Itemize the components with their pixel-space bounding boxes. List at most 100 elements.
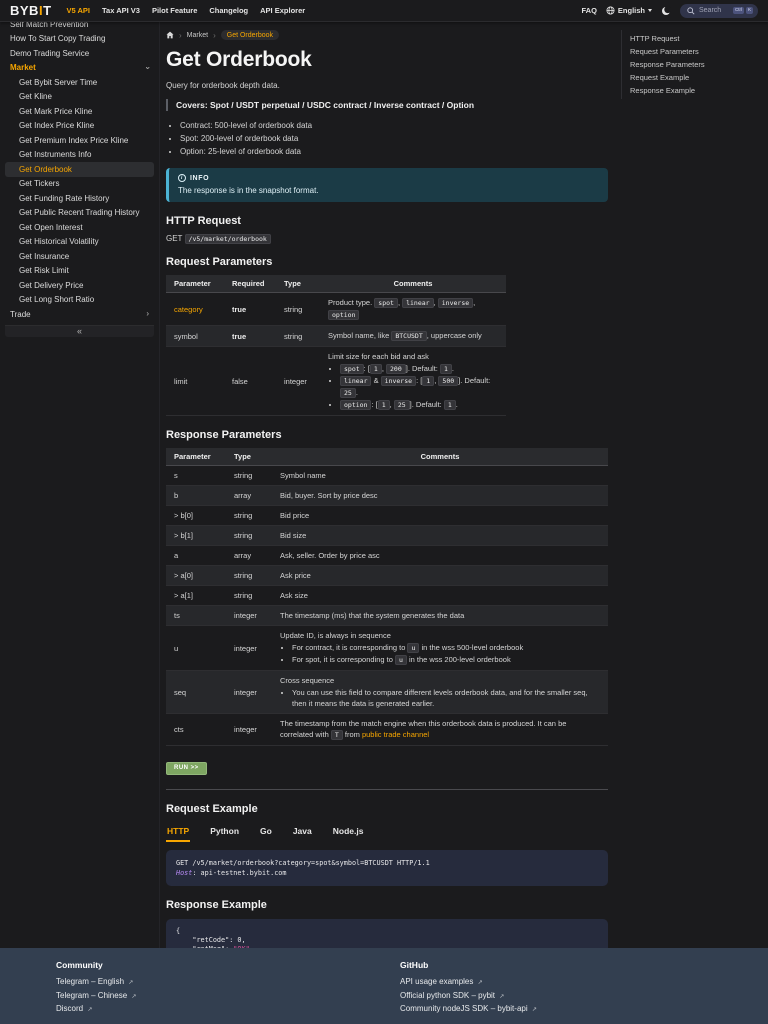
cell-comments: Symbol name bbox=[272, 466, 608, 486]
cell-parameter: ts bbox=[166, 606, 226, 626]
sidebar-item-get-mark-price-kline[interactable]: Get Mark Price Kline bbox=[5, 104, 154, 119]
text: in the wss 200-level orderbook bbox=[407, 655, 511, 664]
footer-link-telegram-english[interactable]: Telegram – English ↗ bbox=[56, 976, 400, 990]
sidebar-item-get-premium-index-price-kline[interactable]: Get Premium Index Price Kline bbox=[5, 133, 154, 148]
language-tabs: HTTP Python Go Java Node.js bbox=[166, 824, 608, 842]
footer-columns: CommunityTelegram – English ↗Telegram – … bbox=[56, 960, 768, 1017]
footer-link-api-usage-examples[interactable]: API usage examples ↗ bbox=[400, 976, 744, 990]
text: Product type. bbox=[328, 298, 374, 307]
sidebar-item-market[interactable]: Market› bbox=[5, 61, 154, 76]
toc-link-request-parameters[interactable]: Request Parameters bbox=[630, 45, 760, 58]
search-button[interactable]: Search CtrlK bbox=[680, 4, 758, 18]
nav-link-tax-api-v3[interactable]: Tax API V3 bbox=[102, 6, 140, 15]
sidebar-item-get-orderbook[interactable]: Get Orderbook bbox=[5, 162, 154, 177]
cell-type: string bbox=[226, 526, 272, 546]
divider bbox=[166, 789, 608, 790]
sidebar-item-get-funding-rate-history[interactable]: Get Funding Rate History bbox=[5, 191, 154, 206]
section-response-example: Response Example bbox=[166, 899, 608, 911]
sidebar-item-get-historical-volatility[interactable]: Get Historical Volatility bbox=[5, 235, 154, 250]
bybit-logo[interactable]: BYBIT bbox=[10, 3, 52, 18]
breadcrumb-item-market[interactable]: Market bbox=[187, 32, 208, 39]
sidebar-item-self-match-prevention[interactable]: Self Match Prevention bbox=[5, 22, 154, 32]
cell-parameter: > b[1] bbox=[166, 526, 226, 546]
cell-parameter: s bbox=[166, 466, 226, 486]
comment-bullet: option: [1, 25]. Default: 1. bbox=[340, 399, 498, 411]
sidebar-item-get-delivery-price[interactable]: Get Delivery Price bbox=[5, 278, 154, 293]
external-link-icon: ↗ bbox=[532, 1007, 537, 1013]
tab-go[interactable]: Go bbox=[259, 824, 273, 842]
inline-link[interactable]: category bbox=[174, 305, 203, 314]
column-header-comments: Comments bbox=[320, 275, 506, 293]
sidebar-item-get-insurance[interactable]: Get Insurance bbox=[5, 249, 154, 264]
column-header-type: Type bbox=[276, 275, 320, 293]
cell-comments: Cross sequenceYou can use this field to … bbox=[272, 671, 608, 714]
tab-python[interactable]: Python bbox=[209, 824, 240, 842]
comment-bullets: spot: [1, 200]. Default: 1.linear & inve… bbox=[328, 363, 498, 411]
text: . bbox=[452, 364, 454, 373]
toc-link-http-request[interactable]: HTTP Request bbox=[630, 32, 760, 45]
toc-link-response-example[interactable]: Response Example bbox=[630, 84, 760, 97]
inline-code: option bbox=[328, 310, 359, 320]
sidebar-collapse-button[interactable]: « bbox=[5, 325, 154, 337]
nav-link-pilot-feature[interactable]: Pilot Feature bbox=[152, 6, 197, 15]
sidebar-item-get-long-short-ratio[interactable]: Get Long Short Ratio bbox=[5, 293, 154, 308]
code-line: { bbox=[176, 927, 598, 936]
breadcrumb: › Market › Get Orderbook bbox=[166, 30, 608, 40]
cell-comments: Ask size bbox=[272, 586, 608, 606]
run-button[interactable]: RUN >> bbox=[166, 762, 207, 775]
tab-node-js[interactable]: Node.js bbox=[332, 824, 365, 842]
nav-link-v5-api[interactable]: V5 API bbox=[67, 6, 90, 15]
chevron-right-icon: › bbox=[146, 311, 149, 317]
comment-bullet: For spot, it is corresponding to u in th… bbox=[292, 654, 600, 666]
request-example-code[interactable]: GET /v5/market/orderbook?category=spot&s… bbox=[166, 850, 608, 886]
sidebar-item-get-bybit-server-time[interactable]: Get Bybit Server Time bbox=[5, 75, 154, 90]
covers-note: Covers: Spot / USDT perpetual / USDC con… bbox=[166, 99, 608, 111]
code-line: GET /v5/market/orderbook?category=spot&s… bbox=[176, 858, 598, 868]
footer-link-community-nodejs-sdk-bybit-api[interactable]: Community nodeJS SDK – bybit-api ↗ bbox=[400, 1003, 744, 1017]
breadcrumb-separator: › bbox=[213, 31, 216, 40]
section-http-request: HTTP Request bbox=[166, 215, 608, 227]
footer-link-discord[interactable]: Discord ↗ bbox=[56, 1003, 400, 1017]
translate-icon bbox=[606, 6, 615, 15]
kbd-k: K bbox=[746, 7, 753, 14]
sidebar-item-trade[interactable]: Trade› bbox=[5, 307, 154, 322]
tab-java[interactable]: Java bbox=[292, 824, 313, 842]
sidebar-item-get-kline[interactable]: Get Kline bbox=[5, 90, 154, 105]
home-icon[interactable] bbox=[166, 31, 174, 39]
sidebar-item-label: Get Instruments Info bbox=[19, 150, 91, 160]
main-content: › Market › Get Orderbook Get Orderbook Q… bbox=[161, 22, 621, 1024]
toc-link-response-parameters[interactable]: Response Parameters bbox=[630, 58, 760, 71]
nav-link-changelog[interactable]: Changelog bbox=[209, 6, 248, 15]
text: The timestamp (ms) that the system gener… bbox=[280, 611, 464, 620]
cell-parameter: cts bbox=[166, 714, 226, 746]
table-row: limitfalseintegerLimit size for each bid… bbox=[166, 347, 506, 416]
sidebar-item-get-open-interest[interactable]: Get Open Interest bbox=[5, 220, 154, 235]
faq-link[interactable]: FAQ bbox=[581, 6, 596, 15]
sidebar-item-get-tickers[interactable]: Get Tickers bbox=[5, 177, 154, 192]
sidebar-item-get-public-recent-trading-history[interactable]: Get Public Recent Trading History bbox=[5, 206, 154, 221]
sidebar-item-label: Get Bybit Server Time bbox=[19, 78, 97, 88]
external-link-icon: ↗ bbox=[131, 994, 136, 1000]
cell-comments: Bid, buyer. Sort by price desc bbox=[272, 486, 608, 506]
sidebar-item-get-index-price-kline[interactable]: Get Index Price Kline bbox=[5, 119, 154, 134]
inline-code: u bbox=[407, 643, 419, 653]
footer-link-telegram-chinese[interactable]: Telegram – Chinese ↗ bbox=[56, 990, 400, 1004]
cell-parameter: a bbox=[166, 546, 226, 566]
sidebar-item-label: How To Start Copy Trading bbox=[10, 34, 105, 44]
moon-icon bbox=[661, 6, 671, 16]
nav-link-api-explorer[interactable]: API Explorer bbox=[260, 6, 305, 15]
sidebar-item-label: Get Index Price Kline bbox=[19, 121, 94, 131]
sidebar-item-get-instruments-info[interactable]: Get Instruments Info bbox=[5, 148, 154, 163]
language-menu[interactable]: English bbox=[606, 6, 652, 15]
sidebar-item-get-risk-limit[interactable]: Get Risk Limit bbox=[5, 264, 154, 279]
cell-type: integer bbox=[226, 671, 272, 714]
sidebar-item-demo-trading-service[interactable]: Demo Trading Service bbox=[5, 46, 154, 61]
sidebar-item-how-to-start-copy-trading[interactable]: How To Start Copy Trading bbox=[5, 32, 154, 47]
toc-link-request-example[interactable]: Request Example bbox=[630, 71, 760, 84]
footer-column-community: CommunityTelegram – English ↗Telegram – … bbox=[56, 960, 400, 1017]
theme-toggle[interactable] bbox=[661, 6, 671, 16]
inline-code: inverse bbox=[438, 298, 473, 308]
inline-link[interactable]: public trade channel bbox=[362, 730, 429, 739]
tab-http[interactable]: HTTP bbox=[166, 824, 190, 842]
footer-link-official-python-sdk-pybit[interactable]: Official python SDK – pybit ↗ bbox=[400, 990, 744, 1004]
